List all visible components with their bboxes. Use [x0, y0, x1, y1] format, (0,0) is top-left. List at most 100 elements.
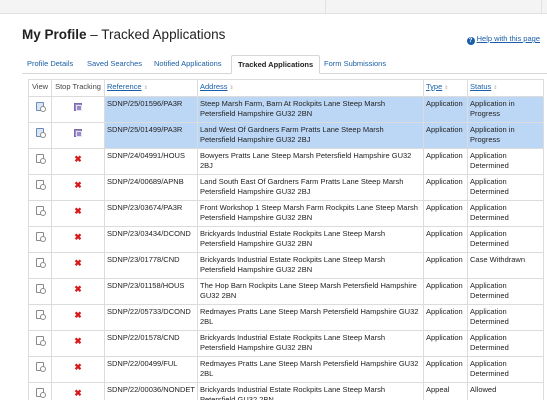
help-icon: ? [466, 37, 475, 45]
stop-tracking-cell[interactable]: ✖ [51, 329, 105, 357]
type-cell: Application [423, 199, 468, 227]
view-cell[interactable] [28, 199, 52, 227]
tab-saved-searches[interactable]: Saved Searches [81, 55, 148, 74]
tab-tracked-applications[interactable]: Tracked Applications [231, 55, 321, 74]
column-header-type[interactable]: Type ⇕ [423, 79, 468, 97]
type-cell: Application [423, 277, 468, 305]
column-header-reference[interactable]: Reference ⇕ [104, 79, 198, 97]
tab-profile-details[interactable]: Profile Details [21, 55, 79, 74]
address-cell: Redmayes Pratts Lane Steep Marsh Petersf… [197, 303, 424, 331]
view-document-icon [36, 153, 46, 164]
type-cell: Application [423, 95, 468, 123]
view-cell[interactable] [28, 95, 52, 123]
status-cell: Application Determined [467, 329, 544, 357]
stop-tracking-x-icon: ✖ [74, 231, 82, 242]
type-cell: Application [423, 225, 468, 253]
stop-tracking-x-icon: ✖ [74, 257, 82, 268]
address-cell: Land West Of Gardners Farm Pratts Lane S… [197, 121, 424, 149]
status-cell: Application Determined [467, 199, 544, 227]
tab-form-submissions[interactable]: Form Submissions [318, 55, 392, 74]
type-cell: Application [423, 251, 468, 279]
view-document-icon [36, 283, 46, 294]
reference-cell[interactable]: SDNP/24/04991/HOUS [104, 147, 198, 175]
table-row: ✖ SDNP/22/00036/NONDET Brickyards Industri… [28, 381, 544, 400]
profile-tabs: Profile Details Saved Searches Notified … [22, 55, 547, 74]
type-cell: Application [423, 173, 468, 201]
address-cell: Front Workshop 1 Steep Marsh Farm Rockpi… [197, 199, 424, 227]
stop-tracking-cell[interactable]: ✖ [51, 173, 105, 201]
view-cell[interactable] [28, 147, 52, 175]
stop-tracking-cell[interactable]: ✖ [51, 355, 105, 383]
table-row: ✖ SDNP/23/03434/DCOND Brickyards Industria… [28, 225, 544, 253]
column-header-view: View [28, 79, 52, 97]
stop-tracking-cell[interactable]: ✖ [51, 381, 105, 400]
stop-tracking-x-icon: ✖ [74, 179, 82, 190]
stop-tracking-cell[interactable]: ✖ [51, 225, 105, 253]
view-document-icon [36, 179, 46, 190]
tab-notified-applications[interactable]: Notified Applications [148, 55, 228, 74]
table-row: ✖ SDNP/23/01778/CND Brickyards Industrial … [28, 251, 544, 279]
reference-cell[interactable]: SDNP/22/00499/FUL [104, 355, 198, 383]
reference-cell[interactable]: SDNP/23/03434/DCOND [104, 225, 198, 253]
view-cell[interactable] [28, 303, 52, 331]
view-document-icon [36, 205, 46, 216]
table-row: ✖ SDNP/22/01578/CND Brickyards Industrial … [28, 329, 544, 357]
help-link[interactable]: ? Help with this page [466, 34, 540, 45]
view-document-icon [36, 335, 46, 346]
address-cell: Brickyards Industrial Estate Rockpits La… [197, 225, 424, 253]
stop-tracking-cell[interactable] [51, 95, 105, 123]
view-cell[interactable] [28, 381, 52, 400]
status-cell: Case Withdrawn [467, 251, 544, 279]
reference-cell[interactable]: SDNP/23/01158/HOUS [104, 277, 198, 305]
column-header-stop-tracking: Stop Tracking [51, 79, 105, 97]
view-document-icon [36, 127, 46, 138]
sort-arrow-icon: ⇕ [444, 85, 449, 91]
page-title-rest: – Tracked Applications [86, 27, 226, 42]
column-header-address[interactable]: Address ⇕ [197, 79, 424, 97]
address-cell: Brickyards Industrial Estate Rockpits La… [197, 381, 424, 400]
view-cell[interactable] [28, 225, 52, 253]
table-body: SDNP/25/01596/PA3R Steep Marsh Farm, Barn… [28, 95, 544, 400]
stop-tracking-x-icon: ✖ [74, 335, 82, 346]
stop-tracking-cell[interactable] [51, 121, 105, 149]
type-header-label: Type [426, 82, 443, 91]
stop-tracking-cell[interactable]: ✖ [51, 251, 105, 279]
status-cell: Application Determined [467, 173, 544, 201]
stop-tracking-cell[interactable]: ✖ [51, 199, 105, 227]
tracked-applications-table: View Stop Tracking Reference ⇕ Address ⇕ T… [28, 79, 544, 400]
view-cell[interactable] [28, 329, 52, 357]
view-cell[interactable] [28, 277, 52, 305]
stop-tracking-cell[interactable]: ✖ [51, 303, 105, 331]
view-cell[interactable] [28, 251, 52, 279]
view-cell[interactable] [28, 121, 52, 149]
sort-arrow-icon: ⇕ [493, 85, 498, 91]
status-header-label: Status [470, 82, 492, 91]
reference-cell[interactable]: SDNP/25/01499/PA3R [104, 121, 198, 149]
stop-tracking-x-icon: ✖ [74, 283, 82, 294]
reference-cell[interactable]: SDNP/23/03674/PA3R [104, 199, 198, 227]
table-row: ✖ SDNP/24/00689/APNB Land South East Of Ga… [28, 173, 544, 201]
stop-tracking-cell[interactable]: ✖ [51, 277, 105, 305]
title-row: My Profile – Tracked Applications ? Help … [22, 27, 542, 47]
address-cell: Redmayes Pratts Lane Steep Marsh Petersf… [197, 355, 424, 383]
address-cell: Bowyers Pratts Lane Steep Marsh Petersfi… [197, 147, 424, 175]
reference-cell[interactable]: SDNP/23/01778/CND [104, 251, 198, 279]
reference-cell[interactable]: SDNP/22/05733/DCOND [104, 303, 198, 331]
top-strip-divider [541, 0, 542, 14]
address-cell: Brickyards Industrial Estate Rockpits La… [197, 251, 424, 279]
address-cell: Land South East Of Gardners Farm Pratts … [197, 173, 424, 201]
stop-tracking-cell[interactable]: ✖ [51, 147, 105, 175]
reference-cell[interactable]: SDNP/22/01578/CND [104, 329, 198, 357]
stop-tracking-x-icon: ✖ [74, 361, 82, 372]
type-cell: Application [423, 355, 468, 383]
top-strip [0, 0, 547, 14]
stop-tracking-x-icon: ✖ [74, 205, 82, 216]
status-cell: Allowed [467, 381, 544, 400]
status-cell: Application Determined [467, 303, 544, 331]
view-cell[interactable] [28, 173, 52, 201]
reference-cell[interactable]: SDNP/22/00036/NONDET [104, 381, 198, 400]
column-header-status[interactable]: Status ⇕ [467, 79, 544, 97]
reference-cell[interactable]: SDNP/24/00689/APNB [104, 173, 198, 201]
reference-cell[interactable]: SDNP/25/01596/PA3R [104, 95, 198, 123]
view-cell[interactable] [28, 355, 52, 383]
